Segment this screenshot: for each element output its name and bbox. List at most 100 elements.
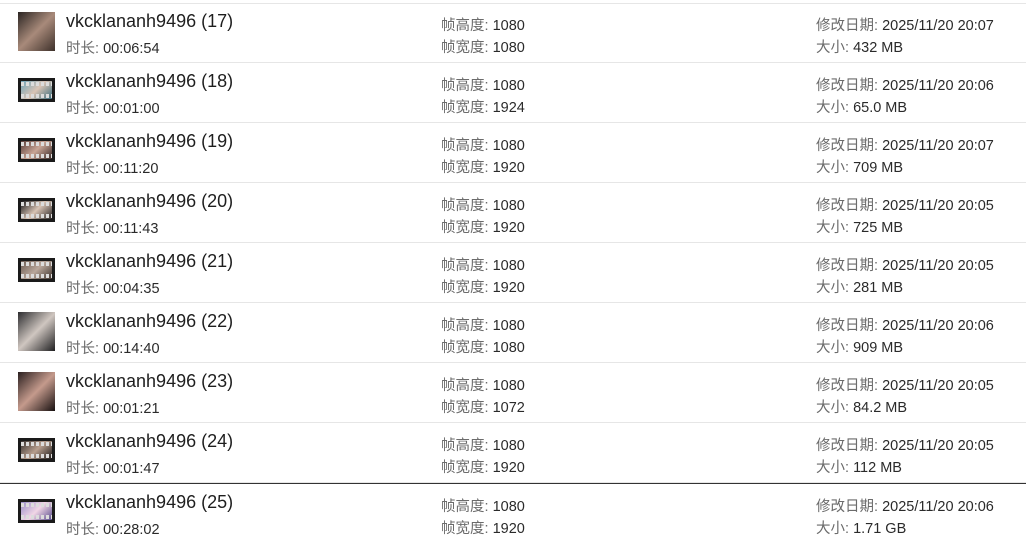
modified-date-value: 2025/11/20 20:06 [882, 318, 994, 334]
modified-date: 修改日期: 2025/11/20 20:06 [816, 495, 994, 516]
video-thumbnail[interactable] [18, 499, 55, 523]
file-name[interactable]: vkcklananh9496 (18) [66, 71, 233, 92]
duration-label: 时长: [66, 281, 104, 297]
file-row[interactable]: vkcklananh9496 (22) 时长: 00:14:40 帧高度: 1080… [0, 303, 1026, 363]
duration: 时长: 00:01:21 [66, 397, 160, 418]
file-size-value: 725 MB [853, 220, 904, 236]
file-name[interactable]: vkcklananh9496 (23) [66, 371, 233, 392]
frame-width-label: 帧宽度: [441, 220, 493, 236]
duration-value: 00:01:00 [103, 101, 160, 117]
file-size: 大小: 432 MB [816, 36, 903, 57]
duration-label: 时长: [66, 401, 104, 417]
duration-value: 00:11:20 [103, 161, 159, 177]
video-thumbnail[interactable] [18, 12, 55, 51]
frame-height-value: 1080 [492, 78, 525, 94]
file-name[interactable]: vkcklananh9496 (25) [66, 492, 233, 513]
frame-height: 帧高度: 1080 [441, 495, 525, 516]
frame-height-label: 帧高度: [441, 18, 493, 34]
film-strip-icon [21, 503, 52, 507]
file-name[interactable]: vkcklananh9496 (17) [66, 11, 233, 32]
frame-height-value: 1080 [492, 138, 525, 154]
frame-width-label: 帧宽度: [441, 460, 493, 476]
video-thumbnail[interactable] [18, 78, 55, 102]
film-strip-icon [21, 442, 52, 446]
frame-width: 帧宽度: 1920 [441, 216, 525, 237]
file-row[interactable]: vkcklananh9496 (20) 时长: 00:11:43 帧高度: 1080… [0, 183, 1026, 243]
duration: 时长: 00:11:20 [66, 157, 158, 178]
video-thumbnail[interactable] [18, 138, 55, 162]
modified-date-value: 2025/11/20 20:07 [882, 138, 994, 154]
file-row[interactable]: vkcklananh9496 (19) 时长: 00:11:20 帧高度: 1080… [0, 123, 1026, 183]
frame-width-value: 1080 [492, 40, 525, 56]
frame-width: 帧宽度: 1920 [441, 456, 525, 477]
film-strip-icon [21, 142, 52, 146]
frame-width-label: 帧宽度: [441, 400, 493, 416]
film-strip-icon [21, 454, 52, 458]
file-size-value: 909 MB [853, 340, 904, 356]
duration-label: 时长: [66, 341, 104, 357]
frame-height-label: 帧高度: [441, 499, 493, 515]
duration-label: 时长: [66, 161, 104, 177]
frame-height-label: 帧高度: [441, 438, 493, 454]
file-name[interactable]: vkcklananh9496 (21) [66, 251, 233, 272]
frame-width-value: 1080 [492, 340, 525, 356]
file-size-label: 大小: [816, 280, 854, 296]
video-thumbnail[interactable] [18, 312, 55, 351]
frame-width: 帧宽度: 1920 [441, 276, 525, 297]
frame-height-value: 1080 [492, 378, 525, 394]
duration-value: 00:04:35 [103, 281, 160, 297]
video-thumbnail[interactable] [18, 198, 55, 222]
video-thumbnail[interactable] [18, 372, 55, 411]
file-row[interactable]: vkcklananh9496 (17) 时长: 00:06:54 帧高度: 1080… [0, 0, 1026, 63]
frame-width-value: 1920 [492, 521, 525, 537]
film-strip-icon [21, 214, 52, 218]
frame-height: 帧高度: 1080 [441, 134, 525, 155]
file-size-label: 大小: [816, 160, 854, 176]
file-size-label: 大小: [816, 220, 854, 236]
film-strip-icon [21, 262, 52, 266]
modified-date-label: 修改日期: [816, 438, 883, 454]
file-name[interactable]: vkcklananh9496 (19) [66, 131, 233, 152]
file-size-label: 大小: [816, 340, 854, 356]
modified-date-value: 2025/11/20 20:06 [882, 78, 994, 94]
frame-width-label: 帧宽度: [441, 340, 493, 356]
frame-height-label: 帧高度: [441, 318, 493, 334]
modified-date-label: 修改日期: [816, 378, 883, 394]
frame-height: 帧高度: 1080 [441, 374, 525, 395]
film-strip-icon [21, 94, 52, 98]
file-row[interactable]: vkcklananh9496 (23) 时长: 00:01:21 帧高度: 1080… [0, 363, 1026, 423]
frame-height-value: 1080 [492, 438, 525, 454]
modified-date: 修改日期: 2025/11/20 20:06 [816, 74, 994, 95]
file-size-value: 112 MB [853, 460, 902, 476]
frame-width-value: 1072 [492, 400, 525, 416]
file-size-value: 84.2 MB [853, 400, 908, 416]
modified-date-value: 2025/11/20 20:07 [882, 18, 994, 34]
frame-width: 帧宽度: 1080 [441, 336, 525, 357]
frame-height-value: 1080 [492, 198, 525, 214]
file-row[interactable]: vkcklananh9496 (25) 时长: 00:28:02 帧高度: 1080… [0, 483, 1026, 543]
video-thumbnail[interactable] [18, 258, 55, 282]
file-name[interactable]: vkcklananh9496 (24) [66, 431, 233, 452]
frame-height: 帧高度: 1080 [441, 434, 525, 455]
file-size-label: 大小: [816, 40, 854, 56]
duration-value: 00:06:54 [103, 41, 160, 57]
file-size: 大小: 709 MB [816, 156, 903, 177]
file-row[interactable]: vkcklananh9496 (18) 时长: 00:01:00 帧高度: 1080… [0, 63, 1026, 123]
frame-width-value: 1920 [492, 220, 525, 236]
frame-height-label: 帧高度: [441, 138, 493, 154]
film-strip-icon [21, 154, 52, 158]
frame-width-label: 帧宽度: [441, 100, 493, 116]
frame-width: 帧宽度: 1920 [441, 517, 525, 538]
modified-date-label: 修改日期: [816, 138, 883, 154]
duration: 时长: 00:11:43 [66, 217, 158, 238]
file-name[interactable]: vkcklananh9496 (20) [66, 191, 233, 212]
file-name[interactable]: vkcklananh9496 (22) [66, 311, 233, 332]
frame-height-value: 1080 [492, 499, 525, 515]
frame-height: 帧高度: 1080 [441, 74, 525, 95]
file-size: 大小: 84.2 MB [816, 396, 907, 417]
file-row[interactable]: vkcklananh9496 (21) 时长: 00:04:35 帧高度: 1080… [0, 243, 1026, 303]
video-thumbnail[interactable] [18, 438, 55, 462]
file-size-value: 432 MB [853, 40, 904, 56]
file-size: 大小: 112 MB [816, 456, 902, 477]
file-row[interactable]: vkcklananh9496 (24) 时长: 00:01:47 帧高度: 1080… [0, 423, 1026, 483]
